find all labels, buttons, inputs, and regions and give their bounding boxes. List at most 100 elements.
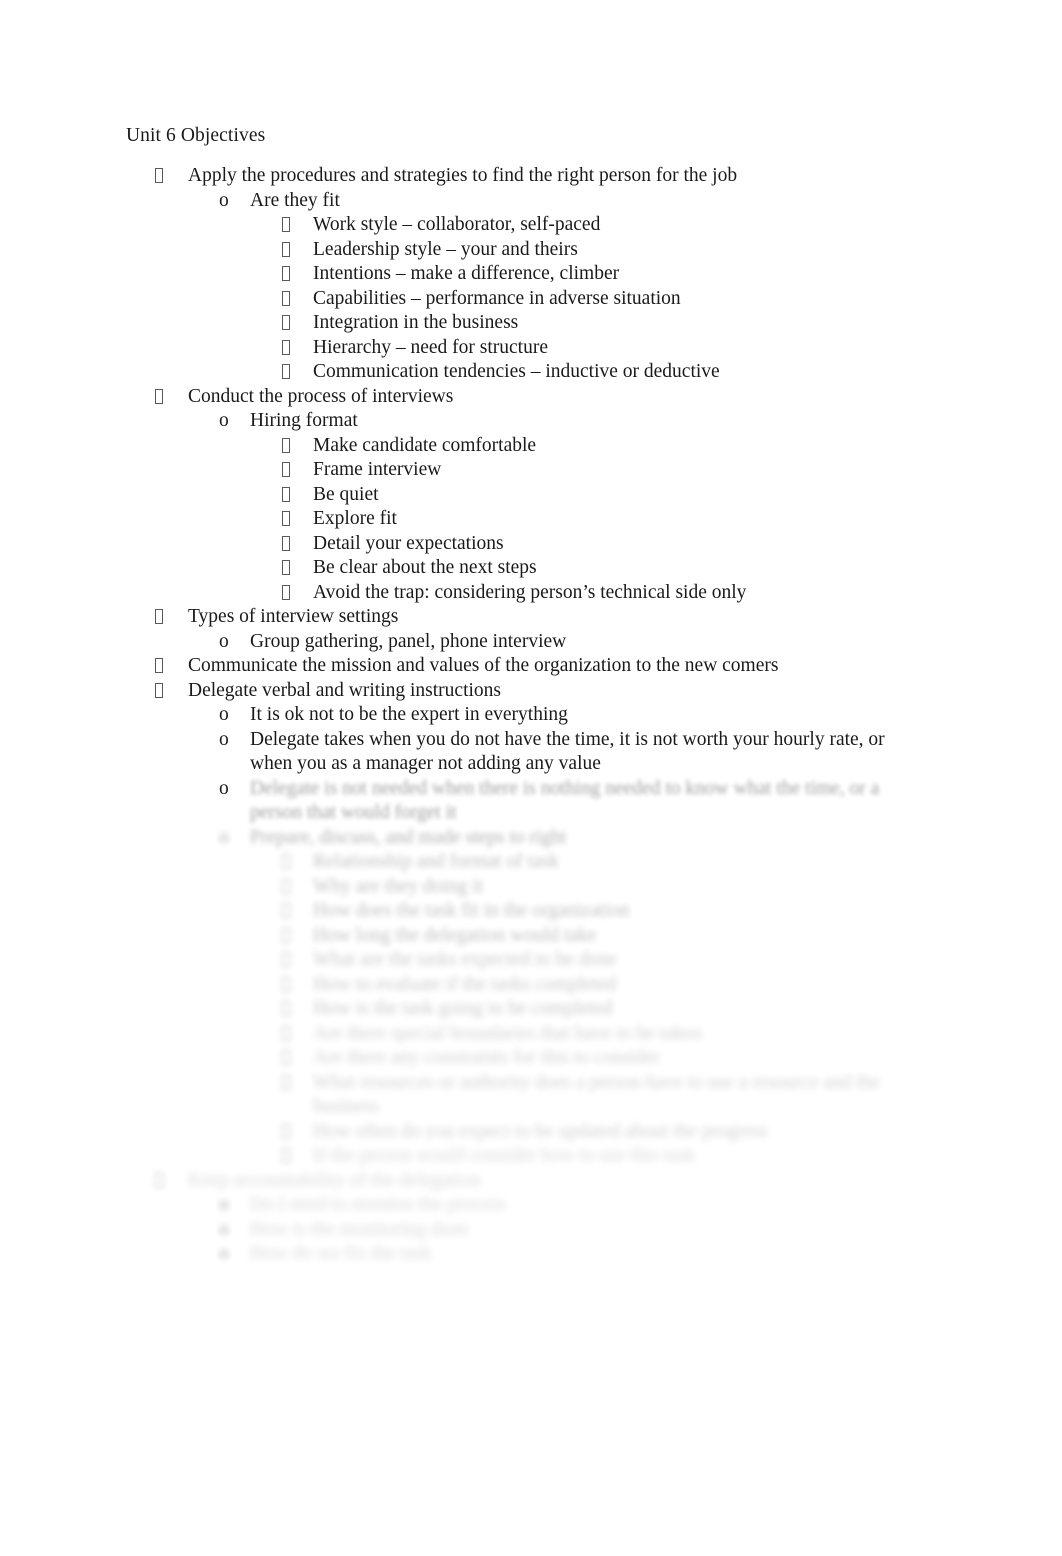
tofu-box-icon [282,437,290,453]
outline-item-level-3: Relationship and format of task [0,850,1062,875]
bullet-marker-o-icon: o [219,1243,229,1264]
outline-item-level-2: o It is ok not to be the expert in everyt… [0,703,1062,728]
tofu-box-icon [155,682,163,698]
page-title: Unit 6 Objectives [126,125,266,146]
outline-item-text: How often do you expect to be updated ab… [313,1120,768,1142]
outline-item-level-3: Intentions – make a difference, climber [0,262,1062,287]
outline-item-text: Group gathering, panel, phone interview [250,630,567,652]
outline-item-text: Capabilities – performance in adverse si… [313,287,681,309]
outline-item-level-3: Explore fit [0,507,1062,532]
outline-item-text: Be clear about the next steps [313,557,537,578]
tofu-box-icon [282,241,290,257]
tofu-box-icon [282,584,290,600]
bullet-marker-tofu-icon [155,605,163,630]
bullet-marker-o-icon: o [219,189,229,211]
bullet-marker-tofu-icon [282,262,290,287]
tofu-box-icon [282,878,290,894]
bullet-marker-tofu-icon [282,1046,290,1071]
outline-item-text: Relationship and format of task [313,851,559,872]
outline-item-text: Frame interview [313,459,442,480]
bullet-marker-tofu-icon [282,238,290,263]
bullet-marker-tofu-icon [282,924,290,949]
tofu-box-icon [282,1123,290,1139]
outline-item-text: It is ok not to be the expert in everyth… [250,704,568,725]
outline-item-text: Delegate takes when you do not have the … [250,728,885,775]
outline-item-text: Be quiet [313,483,379,505]
outline-item-level-3: Work style – collaborator, self-paced [0,213,1062,238]
outline-item-level-3: How often do you expect to be updated ab… [0,1120,1062,1145]
bullet-marker-tofu-icon [282,850,290,875]
bullet-marker-tofu-icon [282,1144,290,1169]
bullet-marker-tofu-icon [282,875,290,900]
outline-item-text: Explore fit [313,508,397,529]
bullet-marker-tofu-icon [282,997,290,1022]
bullet-marker-o-icon: o [219,728,229,750]
tofu-box-icon [282,486,290,502]
tofu-box-icon [282,266,290,281]
outline-item-text: Types of interview settings [188,606,399,627]
outline-item-text: Why are they doing it [313,875,484,897]
outline-item-text: How is the monitoring done [250,1218,469,1240]
outline-item-text: Delegate verbal and writing instructions [188,679,501,701]
bullet-marker-o-icon: o [219,826,229,848]
outline-item-text: Are they fit [250,189,340,211]
bullet-marker-tofu-icon [282,1120,290,1145]
outline-item-level-3: Communication tendencies – inductive or … [0,360,1062,385]
bullet-marker-tofu-icon [155,385,163,410]
outline-item-text: Hiring format [250,410,358,431]
outline-item-level-3: How does the task fit in the organizatio… [0,899,1062,924]
outline-item-level-3: Integration in the business [0,311,1062,336]
tofu-box-icon [155,388,163,404]
tofu-box-icon [155,1172,163,1188]
outline-item-text: How is the task going to be completed [313,998,613,1019]
outline-item-level-3: Make candidate comfortable [0,434,1062,459]
bullet-marker-tofu-icon [282,434,290,459]
bullet-marker-tofu-icon [282,287,290,312]
outline-item-text: Prepare, discuss, and made steps to righ… [250,826,567,848]
outline-item-level-2: o Are they fit [0,189,1062,214]
tofu-box-icon [282,976,290,992]
outline-item-level-2: o Delegate is not needed when there is no… [0,777,1062,826]
bullet-marker-tofu-icon [282,581,290,606]
tofu-box-icon [155,168,163,183]
outline-item-text: Apply the procedures and strategies to f… [188,165,738,186]
tofu-box-icon [282,511,290,526]
tofu-box-icon [155,609,163,624]
outline-item-level-3: Detail your expectations [0,532,1062,557]
outline-item-text: How long the delegation would take [313,924,597,946]
bullet-marker-tofu-icon [155,164,163,189]
outline-item-text: Communication tendencies – inductive or … [313,361,720,382]
tofu-box-icon [282,560,290,575]
bullet-marker-tofu-icon [282,556,290,581]
bullet-marker-tofu-icon [282,336,290,361]
tofu-box-icon [282,217,290,232]
tofu-box-icon [282,535,290,551]
outline-item-text: Are there any constraints for this to co… [313,1047,661,1068]
bullet-marker-o-icon: o [219,410,229,431]
outline-item-level-1: Types of interview settings [0,605,1062,630]
outline-item-text: Hierarchy – need for structure [313,336,548,358]
bullet-marker-tofu-icon [155,679,163,704]
outline-item-level-3: How to evaluate if the tasks completed [0,973,1062,998]
bullet-marker-tofu-icon [282,458,290,483]
document-page: Unit 6 Objectives Apply the procedures a… [0,0,1062,1556]
tofu-box-icon [282,1001,290,1016]
outline-item-text: Intentions – make a difference, climber [313,263,620,284]
bullet-marker-tofu-icon [282,1022,290,1047]
outline-item-level-3: How long the delegation would take [0,924,1062,949]
outline-item-level-3: Frame interview [0,458,1062,483]
bullet-marker-tofu-icon [282,507,290,532]
outline-item-text: Make candidate comfortable [313,434,537,456]
outline-item-level-3: How is the task going to be completed [0,997,1062,1022]
tofu-box-icon [282,462,290,477]
outline-item-level-3: Are there any constraints for this to co… [0,1046,1062,1071]
outline-item-level-3: Why are they doing it [0,875,1062,900]
outline-item-level-2: o Do I need to monitor the process [0,1193,1062,1218]
outline-item-level-1: Keep accountability of the delegation [0,1169,1062,1194]
outline-item-level-1: Communicate the mission and values of th… [0,654,1062,679]
bullet-marker-tofu-icon [282,973,290,998]
bullet-marker-tofu-icon [282,213,290,238]
outline-item-level-3: Avoid the trap: considering person’s tec… [0,581,1062,606]
outline-item-level-2: o Group gathering, panel, phone interview [0,630,1062,655]
bullet-marker-o-icon: o [219,704,229,725]
